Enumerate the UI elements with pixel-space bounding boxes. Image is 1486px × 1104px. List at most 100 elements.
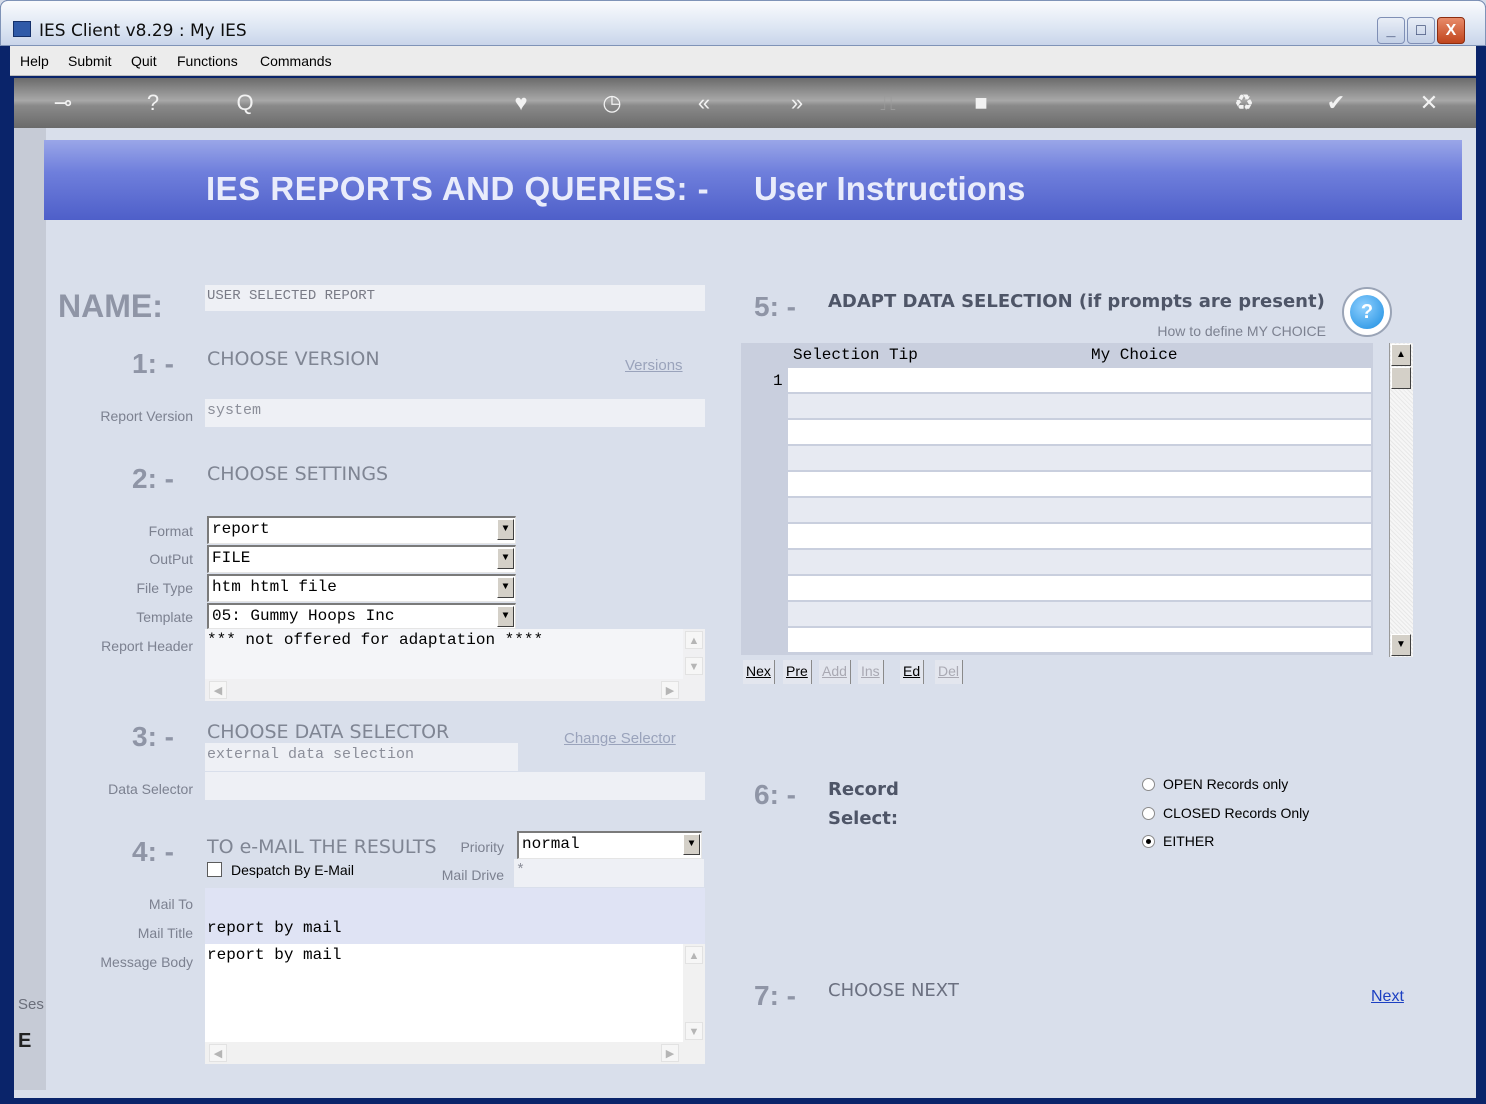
help-icon[interactable]: ?	[138, 90, 168, 116]
scroll-up-icon[interactable]: ▲	[685, 631, 703, 649]
how-to-define-link[interactable]: How to define MY CHOICE	[1100, 323, 1326, 339]
scroll-thumb[interactable]	[1391, 367, 1411, 389]
step2-title: CHOOSE SETTINGS	[207, 463, 389, 485]
scroll-up-icon[interactable]: ▲	[1391, 344, 1411, 366]
format-select[interactable]: report ▼	[207, 516, 516, 544]
chevron-down-icon[interactable]: ▼	[683, 834, 700, 855]
grid-row[interactable]	[788, 550, 1371, 574]
grid-next-button[interactable]: Nex	[743, 660, 775, 684]
filetype-label: File Type	[136, 580, 193, 596]
report-header-vscroll[interactable]: ▲ ▼	[683, 629, 705, 679]
output-value: FILE	[212, 549, 251, 567]
mail-to-input[interactable]	[205, 888, 705, 916]
grid-delete-button[interactable]: Del	[935, 660, 964, 684]
data-selector-label: Data Selector	[108, 781, 193, 797]
despatch-checkbox[interactable]	[207, 862, 222, 877]
rewind-icon[interactable]: «	[689, 90, 719, 116]
page-subtitle: User Instructions	[754, 170, 1026, 207]
step6-title-line1: Record	[828, 779, 899, 800]
scroll-down-icon[interactable]: ▼	[1391, 634, 1411, 656]
menu-submit[interactable]: Submit	[68, 53, 112, 69]
data-selector-field	[205, 772, 705, 800]
document-icon[interactable]: ⎍	[873, 90, 903, 116]
close-icon[interactable]: ✕	[1414, 90, 1444, 116]
recycle-icon[interactable]: ♻	[1229, 90, 1259, 116]
grid-row[interactable]	[788, 420, 1371, 444]
grid-row[interactable]	[788, 368, 1371, 392]
grid-row[interactable]	[788, 498, 1371, 522]
scroll-down-icon[interactable]: ▼	[685, 657, 703, 675]
message-body-hscroll[interactable]: ◀ ▶	[205, 1042, 705, 1064]
menu-functions[interactable]: Functions	[177, 53, 238, 69]
left-strip-text: Ses	[18, 996, 44, 1013]
change-selector-link[interactable]: Change Selector	[564, 730, 676, 747]
grid-prev-button[interactable]: Pre	[783, 660, 812, 684]
filetype-value: htm html file	[212, 578, 337, 596]
row-number: 1	[773, 372, 783, 390]
grid-row[interactable]	[788, 472, 1371, 496]
mail-title-label: Mail Title	[137, 925, 193, 941]
filetype-select[interactable]: htm html file ▼	[207, 574, 516, 602]
output-select[interactable]: FILE ▼	[207, 545, 516, 573]
radio-button-selected[interactable]	[1142, 835, 1155, 848]
next-link[interactable]: Next	[1371, 988, 1404, 1006]
menu-help[interactable]: Help	[20, 53, 49, 69]
radio-open-label: OPEN Records only	[1163, 776, 1289, 792]
help-button[interactable]: ?	[1342, 287, 1392, 337]
grid-row[interactable]	[788, 576, 1371, 600]
radio-closed-records[interactable]: CLOSED Records Only	[1142, 805, 1309, 821]
maximize-button[interactable]: □	[1407, 17, 1435, 44]
menu-bar: Help Submit Quit Functions Commands	[10, 46, 1476, 76]
heart-icon[interactable]: ♥	[506, 90, 536, 116]
clock-icon[interactable]: ◷	[597, 90, 627, 116]
minimize-button[interactable]: _	[1377, 17, 1405, 44]
grid-row[interactable]	[788, 628, 1371, 652]
report-header-hscroll[interactable]: ◀ ▶	[205, 679, 705, 701]
close-window-button[interactable]: X	[1437, 17, 1465, 44]
scroll-right-icon[interactable]: ▶	[661, 1044, 679, 1062]
grid-row[interactable]	[788, 446, 1371, 470]
menu-commands[interactable]: Commands	[260, 53, 332, 69]
step3-number: 3: -	[132, 721, 174, 752]
radio-either[interactable]: EITHER	[1142, 833, 1214, 849]
message-body-vscroll[interactable]: ▲ ▼	[683, 944, 705, 1042]
grid-edit-button[interactable]: Ed	[900, 660, 925, 684]
scroll-right-icon[interactable]: ▶	[661, 681, 679, 699]
grid-insert-button[interactable]: Ins	[858, 660, 884, 684]
step7-number: 7: -	[754, 980, 796, 1011]
priority-select[interactable]: normal ▼	[517, 831, 702, 859]
format-label: Format	[148, 523, 193, 539]
menu-quit[interactable]: Quit	[131, 53, 157, 69]
scroll-down-icon[interactable]: ▼	[685, 1022, 703, 1040]
message-body-label: Message Body	[100, 954, 193, 970]
forward-icon[interactable]: »	[782, 90, 812, 116]
radio-button[interactable]	[1142, 778, 1155, 791]
step2-number: 2: -	[132, 463, 174, 494]
grid-add-button[interactable]: Add	[819, 660, 851, 684]
grid-row[interactable]	[788, 602, 1371, 626]
stop-icon[interactable]: ■	[966, 90, 996, 116]
grid-row[interactable]	[788, 524, 1371, 548]
key-icon[interactable]: ⊸	[42, 90, 84, 116]
template-select[interactable]: 05: Gummy Hoops Inc ▼	[207, 603, 516, 629]
grid-vscroll[interactable]: ▲ ▼	[1389, 343, 1413, 657]
format-value: report	[212, 520, 270, 538]
chevron-down-icon[interactable]: ▼	[497, 606, 514, 627]
message-body-textarea[interactable]: report by mail	[205, 944, 683, 1042]
check-icon[interactable]: ✔	[1321, 90, 1351, 116]
report-header-textarea[interactable]: *** not offered for adaptation ****	[205, 629, 683, 679]
chevron-down-icon[interactable]: ▼	[497, 548, 514, 569]
versions-link[interactable]: Versions	[625, 357, 683, 374]
scroll-left-icon[interactable]: ◀	[209, 1044, 227, 1062]
radio-button[interactable]	[1142, 807, 1155, 820]
scroll-left-icon[interactable]: ◀	[209, 681, 227, 699]
radio-closed-label: CLOSED Records Only	[1163, 805, 1310, 821]
chevron-down-icon[interactable]: ▼	[497, 577, 514, 598]
scroll-up-icon[interactable]: ▲	[685, 946, 703, 964]
search-icon[interactable]: Q	[230, 90, 260, 116]
title-bar[interactable]: IES Client v8.29 : My IES _ □ X	[0, 0, 1486, 46]
radio-open-records[interactable]: OPEN Records only	[1142, 776, 1288, 792]
grid-row[interactable]	[788, 394, 1371, 418]
chevron-down-icon[interactable]: ▼	[497, 519, 514, 540]
mail-title-input[interactable]: report by mail	[205, 916, 705, 944]
